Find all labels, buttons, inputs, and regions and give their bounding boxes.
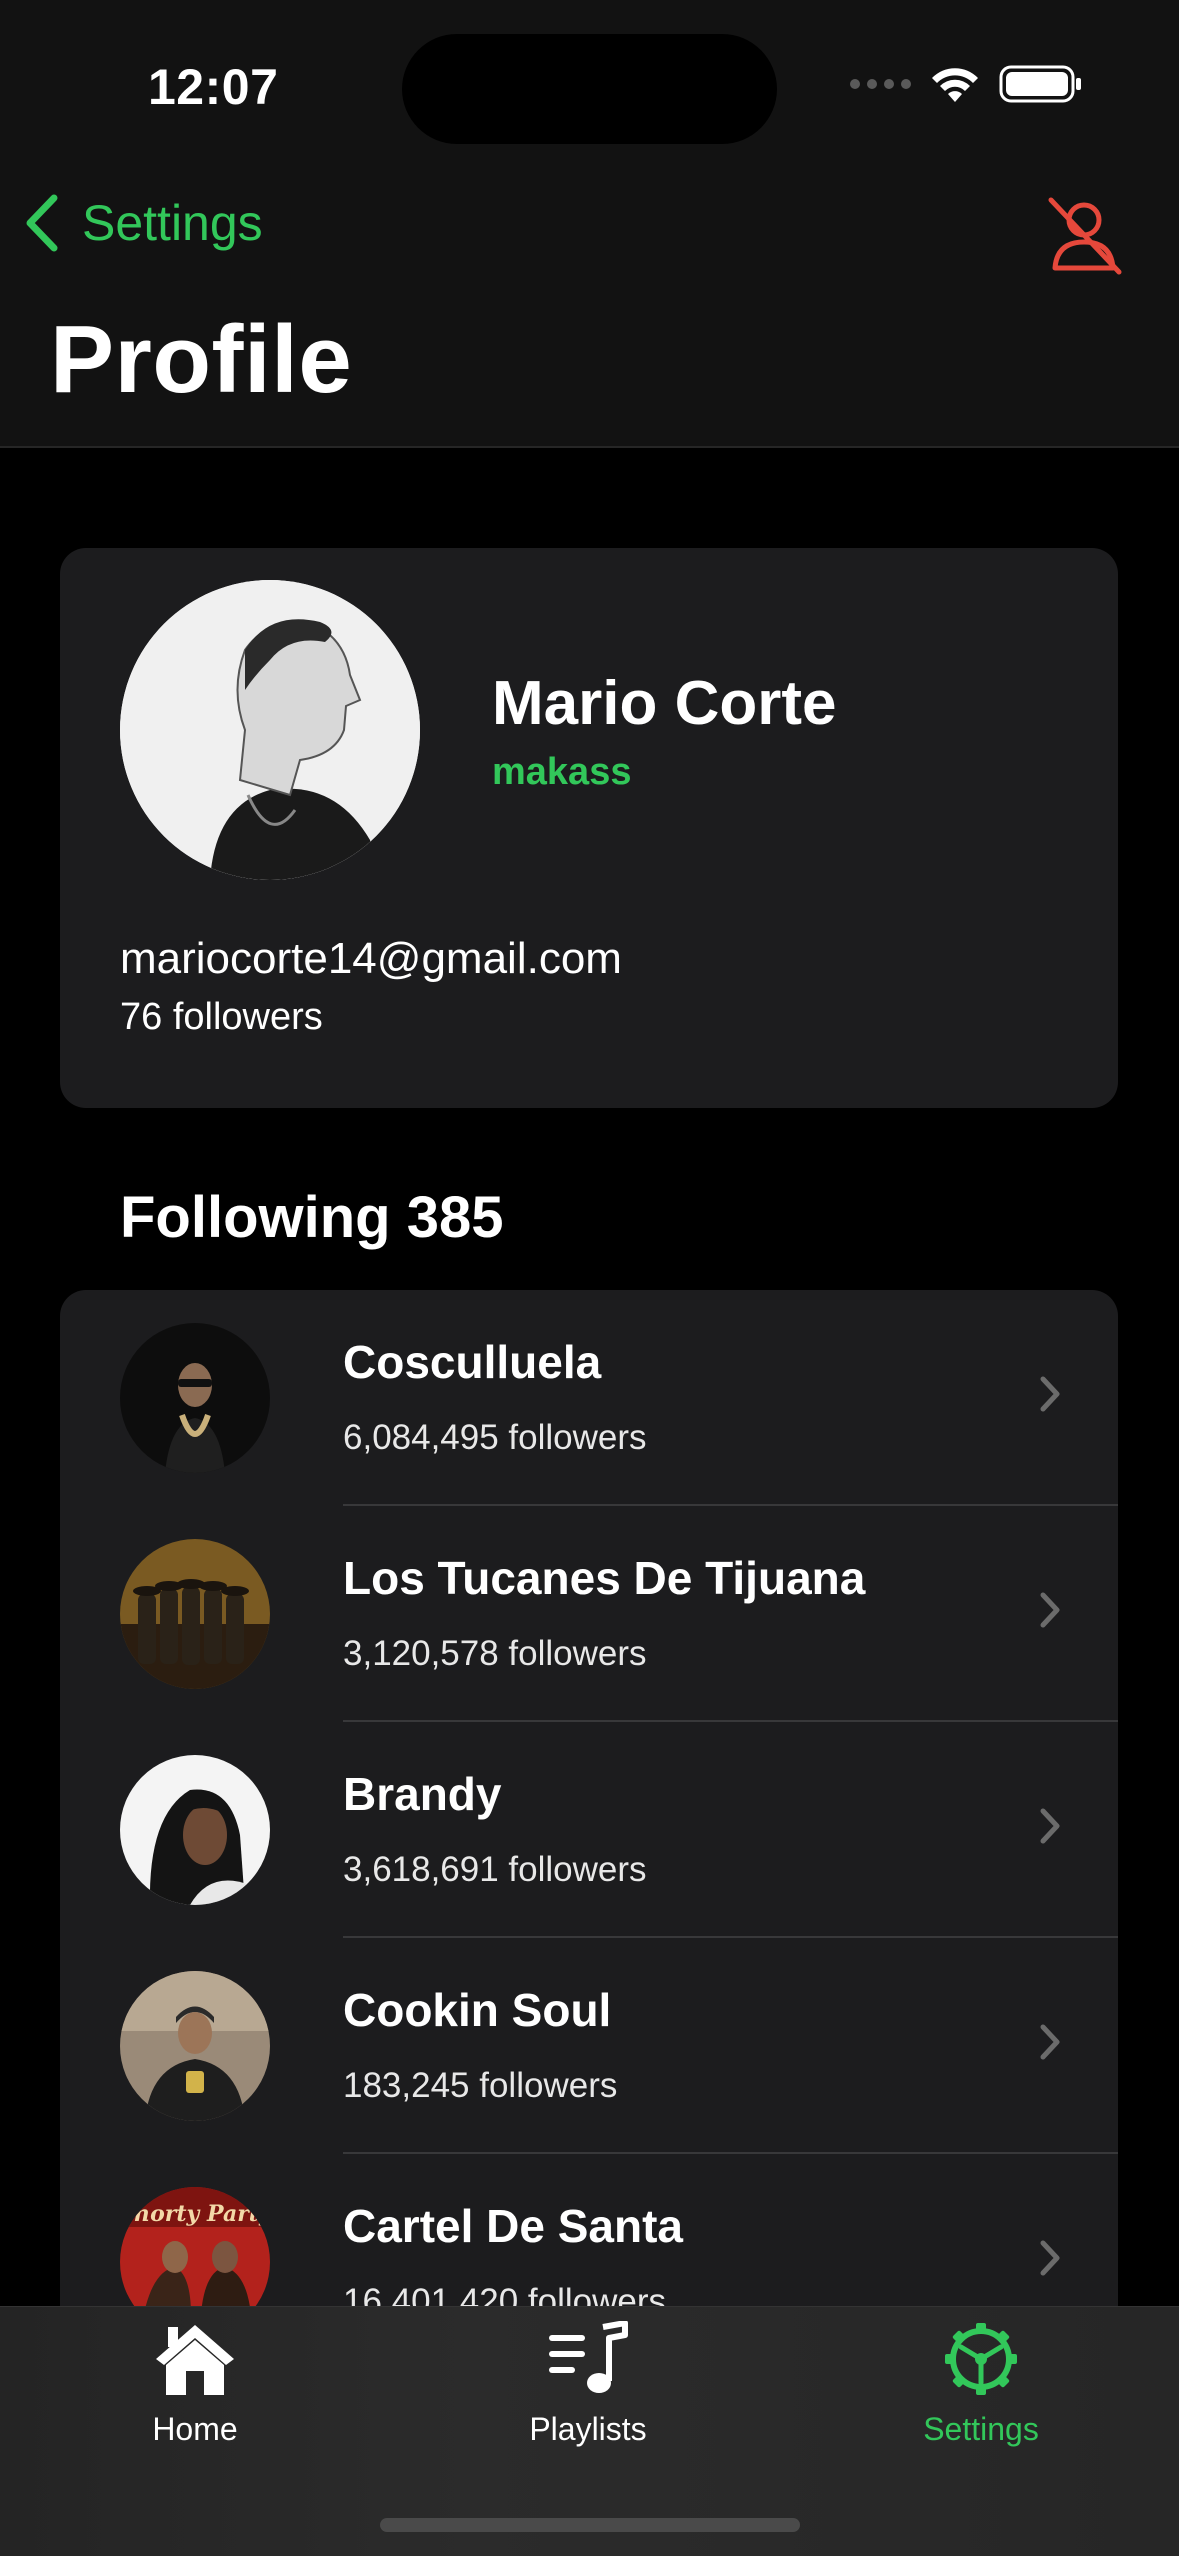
navigation-header: Settings Profile	[0, 170, 1179, 448]
unfollow-user-button[interactable]	[1039, 190, 1129, 280]
gear-icon	[945, 2323, 1017, 2395]
tab-label: Playlists	[529, 2411, 647, 2447]
status-time: 12:07	[148, 59, 279, 115]
list-item[interactable]: Cookin Soul 183,245 followers	[60, 1938, 1118, 2154]
signal-icon	[850, 79, 911, 89]
tab-settings[interactable]: Settings	[881, 2321, 1081, 2448]
artist-followers: 6,084,495 followers	[343, 1418, 647, 1457]
artist-name: Brandy	[343, 1768, 502, 1820]
profile-email: mariocorte14@gmail.com	[120, 934, 622, 983]
tab-home[interactable]: Home	[95, 2321, 295, 2448]
profile-followers-count: 76 followers	[120, 996, 323, 1038]
back-label: Settings	[82, 195, 263, 251]
artist-name: Cartel De Santa	[343, 2200, 684, 2252]
artist-name: Cosculluela	[343, 1336, 602, 1388]
page-title: Profile	[50, 306, 353, 413]
house-icon	[156, 2325, 234, 2395]
profile-card: Mario Corte makass mariocorte14@gmail.co…	[60, 548, 1118, 1108]
back-button[interactable]: Settings	[22, 192, 263, 254]
tab-label: Settings	[923, 2411, 1039, 2447]
artist-avatar	[120, 1323, 270, 1473]
profile-name: Mario Corte	[492, 669, 837, 738]
artist-name: Cookin Soul	[343, 1984, 612, 2036]
artist-followers: 183,245 followers	[343, 2066, 618, 2105]
battery-icon	[999, 65, 1081, 103]
artist-avatar	[120, 1971, 270, 2121]
artist-avatar	[120, 1539, 270, 1689]
chevron-right-icon	[1040, 2024, 1060, 2060]
following-list: Cosculluela 6,084,495 followers Los Tuca…	[60, 1290, 1118, 2306]
svg-text:Shorty Party: Shorty Party	[120, 2201, 270, 2227]
artist-avatar	[120, 1755, 270, 1905]
chevron-right-icon	[1040, 1592, 1060, 1628]
person-slash-icon	[1048, 197, 1122, 275]
list-item[interactable]: Cosculluela 6,084,495 followers	[60, 1290, 1118, 1506]
avatar	[120, 580, 420, 880]
list-item[interactable]: Los Tucanes De Tijuana 3,120,578 followe…	[60, 1506, 1118, 1722]
status-bar: 12:07	[0, 0, 1179, 170]
artist-avatar: Shorty Party	[120, 2187, 270, 2306]
artist-name: Los Tucanes De Tijuana	[343, 1552, 866, 1604]
chevron-right-icon	[1040, 2240, 1060, 2276]
chevron-right-icon	[1040, 1808, 1060, 1844]
home-indicator[interactable]	[380, 2518, 800, 2532]
status-icons	[850, 64, 1083, 104]
dynamic-island	[402, 34, 777, 144]
wifi-icon	[932, 68, 978, 102]
tab-playlists[interactable]: Playlists	[488, 2321, 688, 2448]
artist-followers: 3,618,691 followers	[343, 1850, 647, 1889]
chevron-left-icon	[26, 194, 58, 252]
artist-followers: 16,401,420 followers	[343, 2282, 666, 2306]
music-list-icon	[549, 2321, 628, 2393]
artist-followers: 3,120,578 followers	[343, 1634, 647, 1673]
chevron-right-icon	[1040, 1376, 1060, 1412]
list-item[interactable]: Brandy 3,618,691 followers	[60, 1722, 1118, 1938]
following-heading: Following 385	[120, 1185, 504, 1250]
tab-label: Home	[152, 2411, 238, 2447]
list-item[interactable]: Shorty Party Cartel De Santa 16,401,420 …	[60, 2154, 1118, 2306]
profile-username: makass	[492, 751, 632, 793]
